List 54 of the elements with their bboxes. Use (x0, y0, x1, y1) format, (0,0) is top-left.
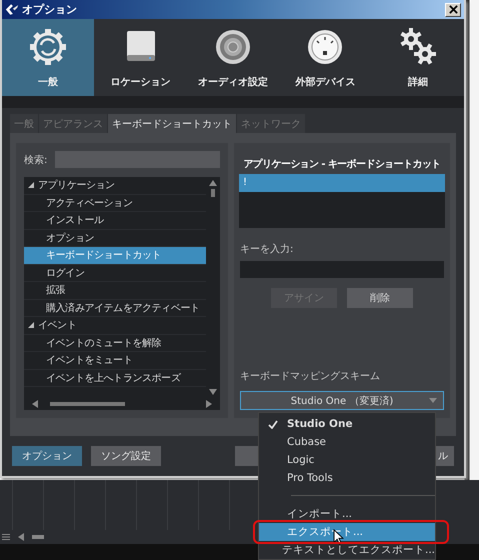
scroll-thumb[interactable] (32, 535, 44, 539)
tree-item[interactable]: 購入済みアイテムをアクティベート (24, 300, 206, 317)
action-button[interactable]: 削除 (347, 288, 413, 308)
tree-item[interactable]: イベントをミュート (24, 352, 206, 370)
gears-icon (398, 26, 438, 67)
category-tab[interactable]: ロケーション (94, 19, 187, 96)
cursor-icon (333, 529, 344, 545)
scheme-dropdown[interactable]: Studio One （変更済) (240, 391, 444, 410)
menu-item[interactable]: テキストとしてエクスポート... (259, 541, 435, 559)
scroll-up-icon[interactable] (209, 180, 217, 186)
caret-icon (429, 398, 437, 403)
menu-item[interactable]: Pro Tools (259, 469, 435, 487)
footer-button[interactable]: ソング設定 (91, 446, 161, 466)
scroll-down-icon[interactable] (209, 389, 217, 395)
gear-icon (28, 26, 68, 67)
window-title: オプション (22, 2, 78, 18)
tree-item[interactable]: ログイン (24, 264, 206, 282)
category-tab[interactable]: 一般 (2, 19, 94, 96)
tree-item[interactable]: インストール (24, 212, 206, 230)
tree-item[interactable]: イベントのミュートを解除 (24, 334, 206, 352)
search-field[interactable] (55, 151, 220, 168)
list-header: アプリケーション - キーボードショートカット (242, 157, 442, 171)
tab[interactable]: キーボードショートカット (108, 114, 236, 133)
close-button[interactable] (445, 2, 461, 17)
scroll-left-icon[interactable] (32, 400, 38, 408)
category-tab[interactable]: オーディオ設定 (186, 19, 280, 96)
expanded-icon[interactable] (28, 182, 34, 188)
checkmark-icon (268, 420, 278, 428)
menu-item[interactable]: インポート... (259, 505, 435, 523)
search-label: 検索: (24, 154, 48, 166)
menu-item[interactable]: Studio One (259, 415, 435, 433)
tree-item[interactable]: キーボードショートカット (24, 247, 206, 264)
scroll-left-icon[interactable] (18, 533, 24, 541)
menu-icon[interactable] (2, 534, 10, 540)
app-logo-icon (5, 3, 19, 16)
scroll-right-icon[interactable] (206, 400, 212, 408)
category-tab[interactable]: 外部デバイス (279, 19, 372, 96)
category-tab[interactable]: 詳細 (372, 19, 464, 96)
shortcut-row[interactable]: ! (239, 174, 445, 192)
tree-item[interactable]: イベントを上へトランスポーズ (24, 370, 206, 387)
scheme-label: キーボードマッピングスキーム (240, 370, 381, 383)
tree-group-label: イベント (38, 318, 76, 333)
tree-group[interactable]: アプリケーション (24, 177, 206, 194)
close-icon (448, 5, 458, 14)
tree-group[interactable]: イベント (24, 317, 206, 334)
tree-item[interactable]: 拡張 (24, 282, 206, 300)
expanded-icon[interactable] (28, 322, 34, 328)
key-input-label: キーを入力: (240, 242, 294, 256)
footer-button[interactable]: オプション (12, 446, 82, 466)
menu-item[interactable]: Cubase (259, 433, 435, 451)
tree-group-label: アプリケーション (38, 178, 115, 193)
tree-item[interactable]: アクティベーション (24, 194, 206, 212)
key-input-field[interactable] (240, 261, 444, 278)
menu-item[interactable]: Logic (259, 451, 435, 469)
